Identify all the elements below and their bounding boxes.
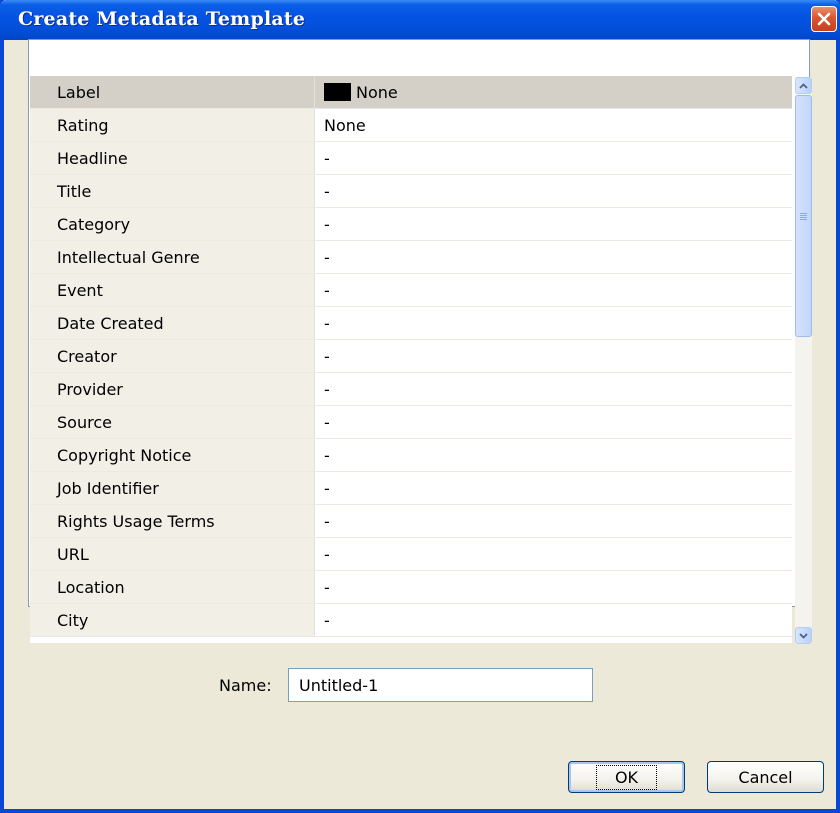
- scroll-thumb[interactable]: [795, 95, 812, 337]
- color-swatch: [324, 83, 351, 101]
- table-row[interactable]: Title -: [30, 175, 792, 208]
- table-row[interactable]: Provider -: [30, 373, 792, 406]
- vertical-scrollbar[interactable]: [795, 77, 812, 644]
- ok-button[interactable]: OK: [568, 761, 685, 793]
- field-label: Rating: [30, 109, 315, 141]
- field-label: Headline: [30, 142, 315, 174]
- field-value[interactable]: -: [315, 175, 792, 207]
- field-value-text: None: [356, 82, 398, 102]
- chevron-down-icon: [799, 632, 808, 639]
- table-row[interactable]: URL -: [30, 538, 792, 571]
- field-value[interactable]: -: [315, 538, 792, 570]
- field-label: Source: [30, 406, 315, 438]
- cancel-button-label: Cancel: [738, 767, 793, 787]
- field-label: Provider: [30, 373, 315, 405]
- name-input[interactable]: [288, 668, 593, 702]
- table-row[interactable]: Event -: [30, 274, 792, 307]
- field-value[interactable]: -: [315, 571, 792, 603]
- field-label: Copyright Notice: [30, 439, 315, 471]
- field-label: Rights Usage Terms: [30, 505, 315, 537]
- table-row[interactable]: Date Created -: [30, 307, 792, 340]
- table-row[interactable]: Copyright Notice -: [30, 439, 792, 472]
- dialog-title: Create Metadata Template: [18, 8, 306, 30]
- field-value-text: -: [324, 478, 330, 498]
- field-value[interactable]: -: [315, 505, 792, 537]
- field-label: Location: [30, 571, 315, 603]
- field-value-text: -: [324, 214, 330, 234]
- table-row[interactable]: Label None: [30, 76, 792, 109]
- field-label: Intellectual Genre: [30, 241, 315, 273]
- field-value[interactable]: -: [315, 439, 792, 471]
- table-row[interactable]: Category -: [30, 208, 792, 241]
- field-label: Title: [30, 175, 315, 207]
- field-label: Creator: [30, 340, 315, 372]
- field-value-text: -: [324, 412, 330, 432]
- field-value-text: -: [324, 577, 330, 597]
- table-row[interactable]: Headline -: [30, 142, 792, 175]
- field-label: City: [30, 604, 315, 636]
- field-value[interactable]: -: [315, 241, 792, 273]
- field-value[interactable]: -: [315, 472, 792, 504]
- name-label: Name:: [219, 676, 272, 695]
- field-value-text: -: [324, 148, 330, 168]
- ok-button-label: OK: [595, 764, 658, 790]
- table-row[interactable]: Creator -: [30, 340, 792, 373]
- grip-icon: [800, 212, 807, 221]
- field-value-text: -: [324, 247, 330, 267]
- field-value-text: None: [324, 115, 366, 135]
- field-value-text: -: [324, 379, 330, 399]
- field-value-text: -: [324, 313, 330, 333]
- field-value-text: -: [324, 544, 330, 564]
- field-value[interactable]: -: [315, 274, 792, 306]
- scroll-up-button[interactable]: [795, 77, 812, 94]
- field-label: URL: [30, 538, 315, 570]
- field-value-text: -: [324, 280, 330, 300]
- field-label: Category: [30, 208, 315, 240]
- field-value[interactable]: -: [315, 208, 792, 240]
- table-row[interactable]: Job Identifier -: [30, 472, 792, 505]
- field-label: Label: [30, 76, 315, 108]
- table-row[interactable]: Rating None: [30, 109, 792, 142]
- field-label: Date Created: [30, 307, 315, 339]
- cancel-button[interactable]: Cancel: [707, 761, 824, 793]
- field-value-text: -: [324, 511, 330, 531]
- field-value[interactable]: -: [315, 142, 792, 174]
- chevron-up-icon: [799, 82, 808, 89]
- field-value[interactable]: None: [315, 109, 792, 141]
- field-value[interactable]: -: [315, 604, 792, 636]
- field-value[interactable]: -: [315, 406, 792, 438]
- table-row[interactable]: City -: [30, 604, 792, 637]
- close-x-icon: [817, 12, 831, 26]
- title-bar[interactable]: Create Metadata Template: [0, 0, 840, 40]
- metadata-grid-rows: Label None Rating None Headline - Title - Catego…: [30, 76, 792, 643]
- table-row[interactable]: Rights Usage Terms -: [30, 505, 792, 538]
- table-row[interactable]: Location -: [30, 571, 792, 604]
- table-row[interactable]: Intellectual Genre -: [30, 241, 792, 274]
- field-label: Event: [30, 274, 315, 306]
- scroll-down-button[interactable]: [795, 627, 812, 644]
- field-value[interactable]: -: [315, 340, 792, 372]
- field-label: Job Identifier: [30, 472, 315, 504]
- table-row[interactable]: Source -: [30, 406, 792, 439]
- field-value-text: -: [324, 610, 330, 630]
- field-value[interactable]: None: [315, 76, 792, 108]
- field-value[interactable]: -: [315, 373, 792, 405]
- field-value-text: -: [324, 346, 330, 366]
- field-value-text: -: [324, 445, 330, 465]
- field-value-text: -: [324, 181, 330, 201]
- metadata-grid: Label None Rating None Headline - Title - Catego…: [28, 39, 810, 643]
- close-button[interactable]: [811, 6, 837, 32]
- field-value[interactable]: -: [315, 307, 792, 339]
